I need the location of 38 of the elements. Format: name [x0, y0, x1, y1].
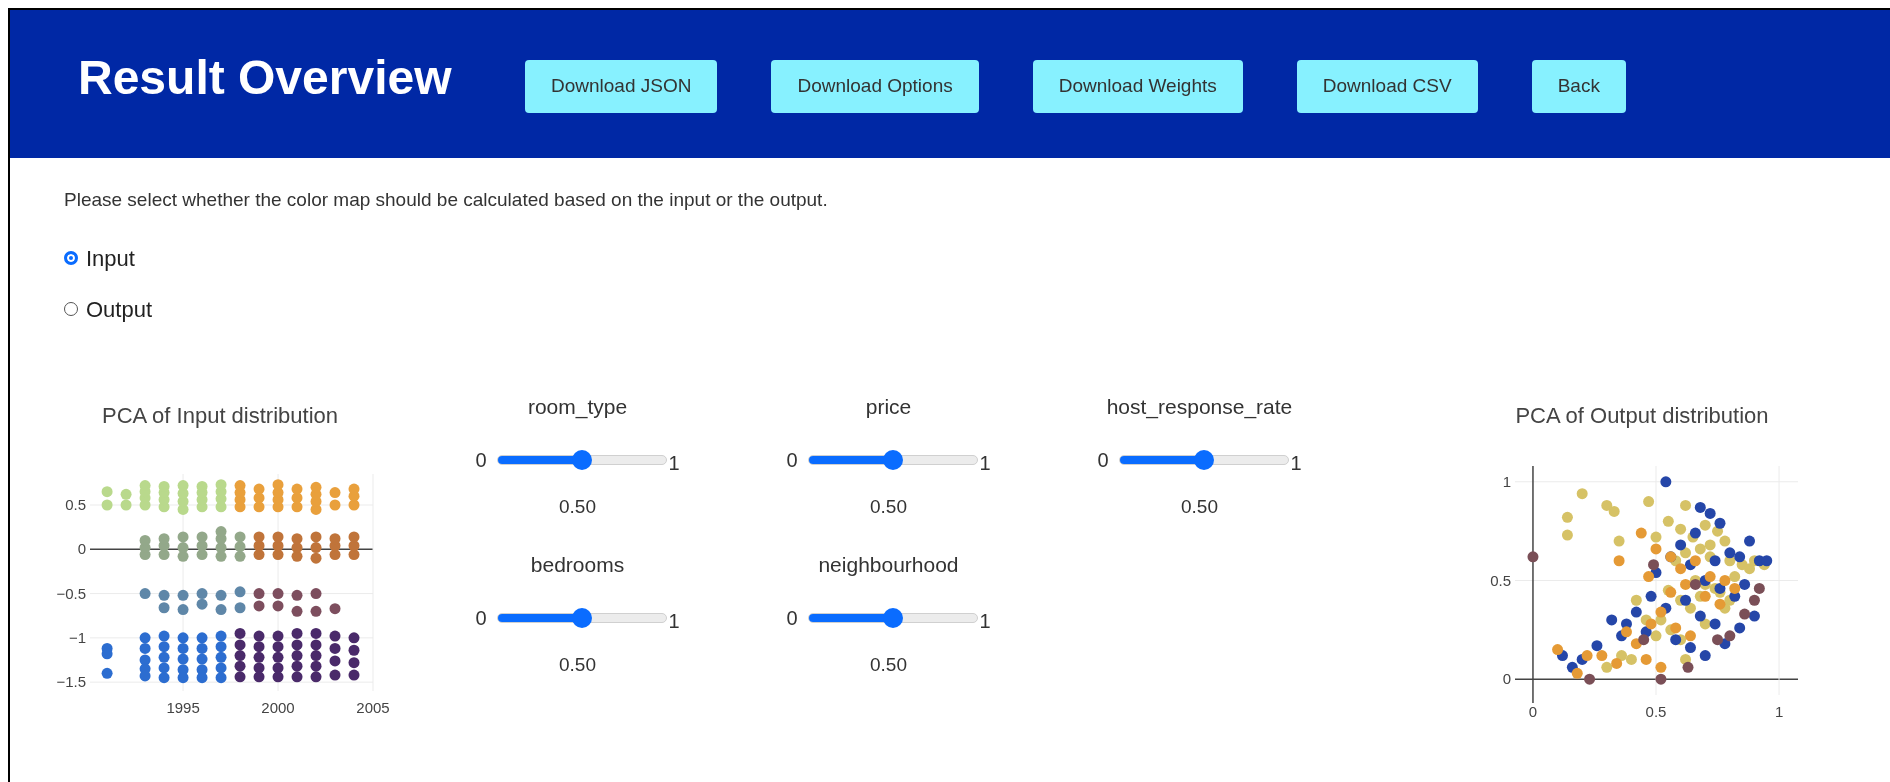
- chart-title: PCA of Input distribution: [102, 403, 338, 428]
- axis-tick-label: −0.5: [56, 584, 86, 602]
- instruction-text: Please select whether the color map should be calculated based on the input or the output.: [64, 188, 829, 212]
- slider-value: 0.50: [1181, 495, 1218, 519]
- slider-min-label: 0: [786, 448, 798, 472]
- axis-tick-label: 1: [1502, 472, 1511, 490]
- slider-min-label: 0: [475, 606, 487, 630]
- slider-max-label: 1: [979, 451, 991, 475]
- axis-tick-label: 0.5: [1645, 703, 1667, 720]
- slider-value: 0.50: [870, 495, 907, 519]
- axis-tick-label: 0: [1502, 670, 1511, 688]
- slider-min-label: 0: [1097, 448, 1109, 472]
- axis-tick-label: 0.5: [1490, 571, 1511, 589]
- slider-label: neighbourhood: [818, 552, 959, 578]
- slider-label: price: [865, 394, 912, 420]
- axis-tick-label: −1.5: [56, 673, 86, 691]
- page-title: Result Overview: [78, 50, 452, 106]
- chart-title: PCA of Output distribution: [1515, 403, 1769, 428]
- slider-value: 0.50: [559, 653, 596, 677]
- slider-max-label: 1: [979, 609, 991, 633]
- slider-value: 0.50: [870, 653, 907, 677]
- axis-tick-label: 1995: [166, 699, 200, 716]
- axis-tick-label: 0.5: [65, 496, 86, 513]
- axis-tick-label: 2005: [356, 699, 390, 716]
- slider-max-label: 1: [668, 609, 680, 633]
- slider-label: host_response_rate: [1106, 394, 1293, 421]
- axis-tick-label: 2000: [261, 699, 295, 716]
- slider-label: bedrooms: [530, 552, 625, 578]
- axis-tick-label: 0: [77, 540, 86, 558]
- slider-label: room_type: [527, 394, 628, 421]
- axis-tick-label: 0: [1528, 703, 1538, 720]
- axis-tick-label: 1: [1774, 703, 1784, 720]
- slider-max-label: 1: [668, 451, 680, 475]
- slider-value: 0.50: [559, 495, 596, 519]
- slider-min-label: 0: [475, 448, 487, 472]
- axis-tick-label: −1: [68, 628, 86, 646]
- slider-max-label: 1: [1290, 451, 1302, 475]
- slider-min-label: 0: [786, 606, 798, 630]
